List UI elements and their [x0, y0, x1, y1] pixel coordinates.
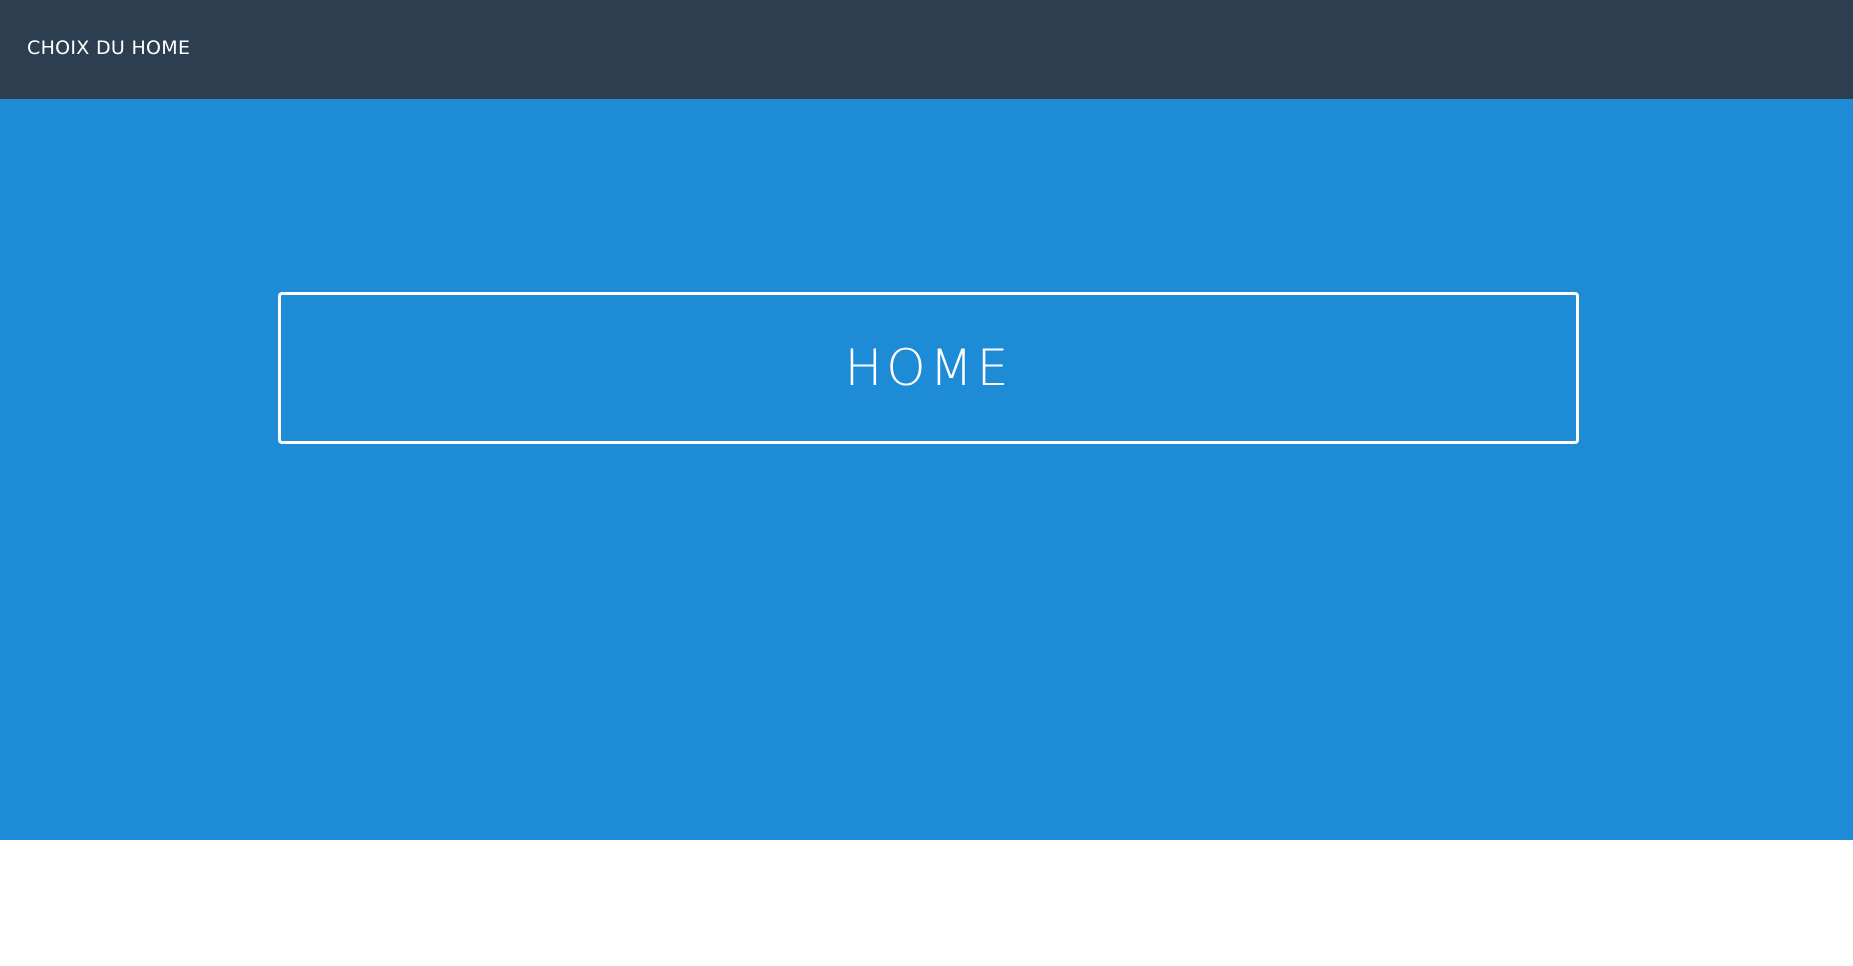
page-blank-area	[0, 840, 1853, 966]
top-navbar: CHOIX DU HOME	[0, 0, 1853, 99]
hero-section: HOME	[0, 99, 1853, 840]
home-button[interactable]: HOME	[278, 292, 1579, 444]
navbar-brand-title[interactable]: CHOIX DU HOME	[27, 37, 190, 59]
home-button-label: HOME	[844, 339, 1013, 397]
